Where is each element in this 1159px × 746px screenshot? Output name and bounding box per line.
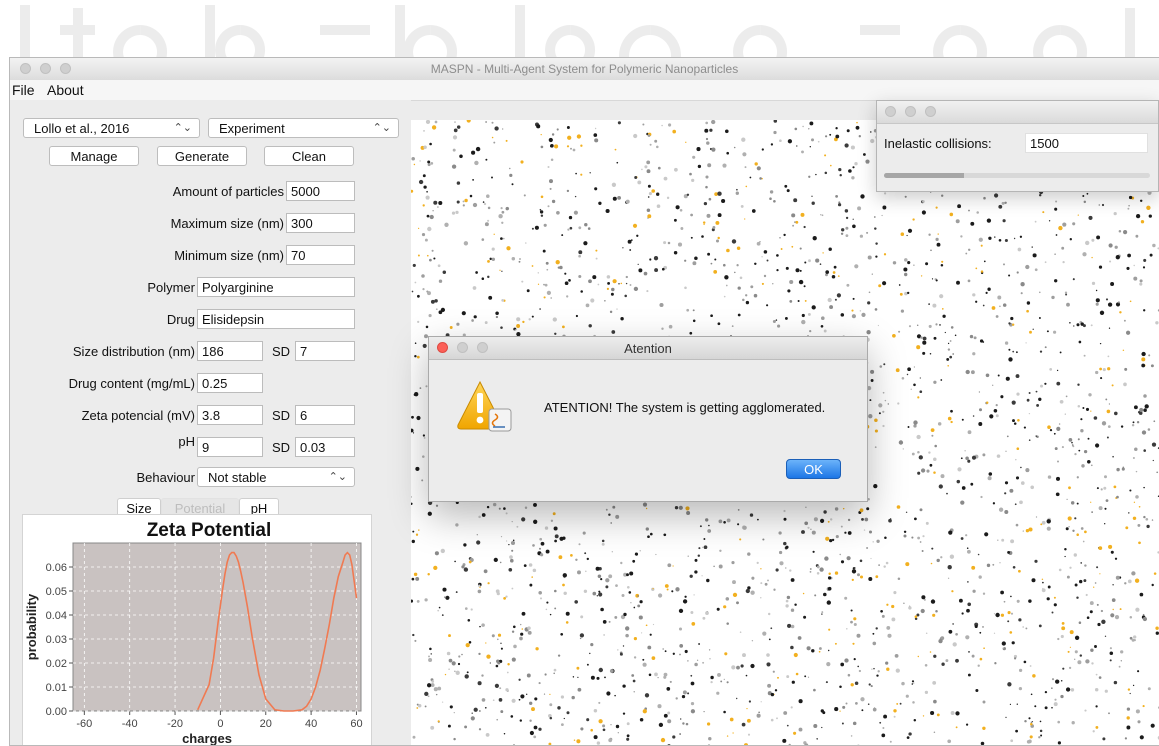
x-tick-label: 0 [217, 718, 223, 730]
x-tick-label: -20 [167, 718, 183, 730]
updown-arrow-icon: ⌃⌄ [328, 471, 347, 483]
y-tick-label: 0.03 [46, 634, 67, 646]
x-tick-label: 20 [260, 718, 272, 730]
parameters-panel: Lollo et al., 2016 ⌃⌄ Experiment ⌃⌄ Manage… [10, 100, 411, 746]
y-tick-label: 0.04 [46, 610, 67, 622]
behaviour-select[interactable]: Not stable ⌃⌄ [197, 467, 355, 487]
warning-icon [457, 380, 512, 432]
collisions-titlebar [877, 101, 1158, 124]
amount-label: Amount of particles [172, 184, 284, 199]
menu-bar: File About [10, 80, 1159, 101]
max-size-field[interactable]: 300 [286, 213, 355, 233]
generate-button[interactable]: Generate [157, 146, 247, 166]
y-tick-label: 0.02 [46, 658, 67, 670]
max-size-label: Maximum size (nm) [170, 216, 284, 231]
dialog-titlebar: Atention [429, 337, 867, 360]
amount-field[interactable]: 5000 [286, 181, 355, 201]
x-tick-label: 60 [350, 718, 362, 730]
size-distribution-field[interactable]: 186 [197, 341, 263, 361]
ph-field[interactable]: 9 [197, 437, 263, 457]
drug-field[interactable]: Elisidepsin [197, 309, 355, 329]
close-window-button[interactable] [885, 106, 896, 117]
background-watermark [20, 5, 1135, 60]
size-sd-label: SD [272, 344, 291, 359]
manage-button[interactable]: Manage [49, 146, 139, 166]
min-size-label: Minimum size (nm) [174, 248, 284, 263]
size-distribution-label: Size distribution (nm) [72, 344, 195, 359]
dialog-message: ATENTION! The system is getting agglomer… [544, 400, 826, 415]
mode-select-value: Experiment [219, 121, 285, 136]
reference-select-value: Lollo et al., 2016 [34, 121, 130, 136]
collisions-field[interactable]: 1500 [1025, 133, 1148, 153]
updown-arrow-icon: ⌃⌄ [372, 122, 391, 134]
zoom-window-button[interactable] [925, 106, 936, 117]
attention-dialog: Atention ATENTION! The system is getting… [428, 336, 868, 502]
zeta-potential-label: Zeta potencial (mV) [81, 408, 195, 423]
ph-sd-field[interactable]: 0.03 [295, 437, 355, 457]
size-sd-field[interactable]: 7 [295, 341, 355, 361]
behaviour-label: Behaviour [136, 470, 195, 485]
behaviour-select-value: Not stable [208, 470, 267, 485]
updown-arrow-icon: ⌃⌄ [173, 122, 192, 134]
polymer-label: Polymer [147, 280, 195, 295]
ph-sd-label: SD [272, 440, 291, 455]
zeta-potential-field[interactable]: 3.8 [197, 405, 263, 425]
polymer-field[interactable]: Polyarginine [197, 277, 355, 297]
zeta-potential-chart: Zeta Potential -60 -40 -20 0 20 40 60 0.00 0.01 0.… [22, 514, 372, 746]
drug-content-field[interactable]: 0.25 [197, 373, 263, 393]
reference-select[interactable]: Lollo et al., 2016 ⌃⌄ [23, 118, 200, 138]
dialog-title: Atention [624, 341, 672, 356]
window-titlebar: MASPN - Multi-Agent System for Polymeric… [10, 58, 1159, 81]
ok-button[interactable]: OK [786, 459, 841, 479]
min-size-field[interactable]: 70 [286, 245, 355, 265]
zeta-potential-chart-svg: Zeta Potential -60 -40 -20 0 20 40 60 0.00 0.01 0.… [24, 520, 363, 746]
clean-button[interactable]: Clean [264, 146, 354, 166]
y-tick-label: 0.05 [46, 586, 67, 598]
mode-select[interactable]: Experiment ⌃⌄ [208, 118, 399, 138]
drug-label: Drug [166, 312, 195, 327]
x-tick-label: 40 [305, 718, 317, 730]
collisions-progress-bar [884, 173, 1150, 178]
y-tick-label: 0.06 [46, 562, 67, 574]
collisions-progress-fill [884, 173, 964, 178]
window-title: MASPN - Multi-Agent System for Polymeric… [430, 62, 739, 76]
x-tick-label: -60 [76, 718, 92, 730]
zeta-sd-field[interactable]: 6 [295, 405, 355, 425]
menu-file[interactable]: File [12, 82, 35, 98]
x-axis-label: charges [182, 731, 232, 746]
y-tick-label: 0.00 [46, 706, 67, 718]
x-tick-label: -40 [122, 718, 138, 730]
y-axis-label: probability [24, 593, 39, 660]
ph-label: pH [178, 434, 195, 449]
chart-title: Zeta Potential [147, 520, 272, 541]
zeta-sd-label: SD [272, 408, 291, 423]
collisions-window: Inelastic collisions: 1500 [876, 100, 1159, 192]
y-tick-label: 0.01 [46, 682, 67, 694]
minimize-window-button[interactable] [905, 106, 916, 117]
collisions-label: Inelastic collisions: [884, 136, 992, 151]
menu-about[interactable]: About [47, 82, 84, 98]
drug-content-label: Drug content (mg/mL) [68, 376, 195, 391]
